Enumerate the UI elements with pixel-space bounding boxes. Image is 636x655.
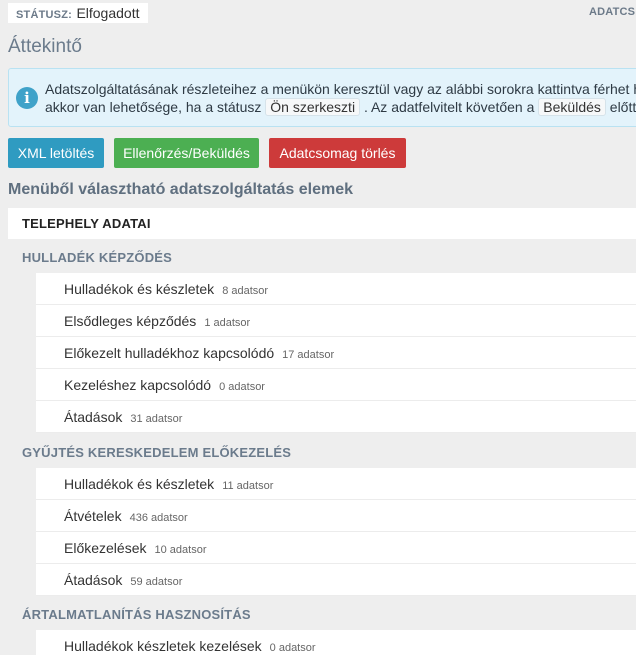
delete-package-button[interactable]: Adatcsomag törlés xyxy=(269,138,406,168)
list-item[interactable]: Hulladékok és készletek 11 adatsor xyxy=(36,468,636,500)
group-title: HULLADÉK KÉPZŐDÉS xyxy=(22,250,173,265)
item-count: 17 adatsor xyxy=(282,349,335,361)
list-item[interactable]: Kezeléshez kapcsolódó 0 adatsor xyxy=(36,369,636,401)
item-count: 0 adatsor xyxy=(269,642,316,654)
group-title: GYŰJTÉS KERESKEDELEM ELŐKEZELÉS xyxy=(22,445,292,460)
item-label: Elsődleges képződés xyxy=(64,313,197,329)
xml-download-button[interactable]: XML letöltés xyxy=(8,138,104,168)
item-count: 436 adatsor xyxy=(129,512,188,524)
info-text-part: . Az adatfelvitelt követően a xyxy=(363,99,535,115)
item-count: 31 adatsor xyxy=(130,413,183,425)
info-text-line2: akkor van lehetősége, ha a státusz Ön sz… xyxy=(45,98,636,116)
item-label: Előkezelt hulladékhoz kapcsolódó xyxy=(64,345,275,361)
item-count: 10 adatsor xyxy=(154,544,207,556)
item-label: Hulladékok és készletek xyxy=(64,281,215,297)
item-label: Előkezelések xyxy=(64,540,147,556)
item-count: 8 adatsor xyxy=(222,285,269,297)
group-title: ÁRTALMATLANÍTÁS HASZNOSÍTÁS xyxy=(22,607,251,622)
site-data-label: TELEPHELY ADATAI xyxy=(22,216,151,231)
status-indicator: STÁTUSZ: Elfogadott xyxy=(8,3,148,23)
page-title: Áttekintő xyxy=(8,36,82,57)
item-count: 11 adatsor xyxy=(222,480,274,492)
info-text-part: akkor van lehetősége, ha a státusz xyxy=(45,99,262,115)
check-submit-button[interactable]: Ellenőrzés/Beküldés xyxy=(114,138,259,168)
list-item[interactable]: Elsődleges képződés 1 adatsor xyxy=(36,305,636,337)
info-alert: i Adatszolgáltatásának részleteihez a me… xyxy=(8,68,636,127)
section-title: Menüből választható adatszolgáltatás ele… xyxy=(8,181,353,198)
status-label: STÁTUSZ: xyxy=(16,9,72,21)
list-item[interactable]: Előkezelések 10 adatsor xyxy=(36,532,636,564)
item-label: Kezeléshez kapcsolódó xyxy=(64,377,212,393)
list-item[interactable]: Átadások 59 adatsor xyxy=(36,564,636,596)
list-item[interactable]: Átadások 31 adatsor xyxy=(36,401,636,433)
list-item[interactable]: Hulladékok készletek kezelések 0 adatsor xyxy=(36,630,636,655)
list-item[interactable]: Előkezelt hulladékhoz kapcsolódó 17 adats… xyxy=(36,337,636,369)
item-label: Hulladékok készletek kezelések xyxy=(64,638,262,654)
site-data-row[interactable]: TELEPHELY ADATAI xyxy=(8,208,636,239)
item-label: Átadások xyxy=(64,572,123,588)
list-item[interactable]: Átvételek 436 adatsor xyxy=(36,500,636,532)
status-code-bekuldes: Beküldés xyxy=(538,98,606,116)
item-label: Átadások xyxy=(64,409,123,425)
item-label: Átvételek xyxy=(64,508,122,524)
top-right-link[interactable]: ADATCS xyxy=(589,6,635,18)
list-item[interactable]: Hulladékok és készletek 8 adatsor xyxy=(36,273,636,305)
item-count: 59 adatsor xyxy=(130,576,183,588)
status-value: Elfogadott xyxy=(76,5,140,21)
item-label: Hulladékok és készletek xyxy=(64,476,215,492)
item-count: 0 adatsor xyxy=(219,381,265,393)
status-code-on-szerkeszti: Ön szerkeszti xyxy=(265,98,361,116)
info-text-part: előtt ha xyxy=(609,99,636,115)
item-count: 1 adatsor xyxy=(204,317,251,329)
info-icon: i xyxy=(16,87,38,109)
info-text-line1: Adatszolgáltatásának részleteihez a menü… xyxy=(45,81,636,97)
